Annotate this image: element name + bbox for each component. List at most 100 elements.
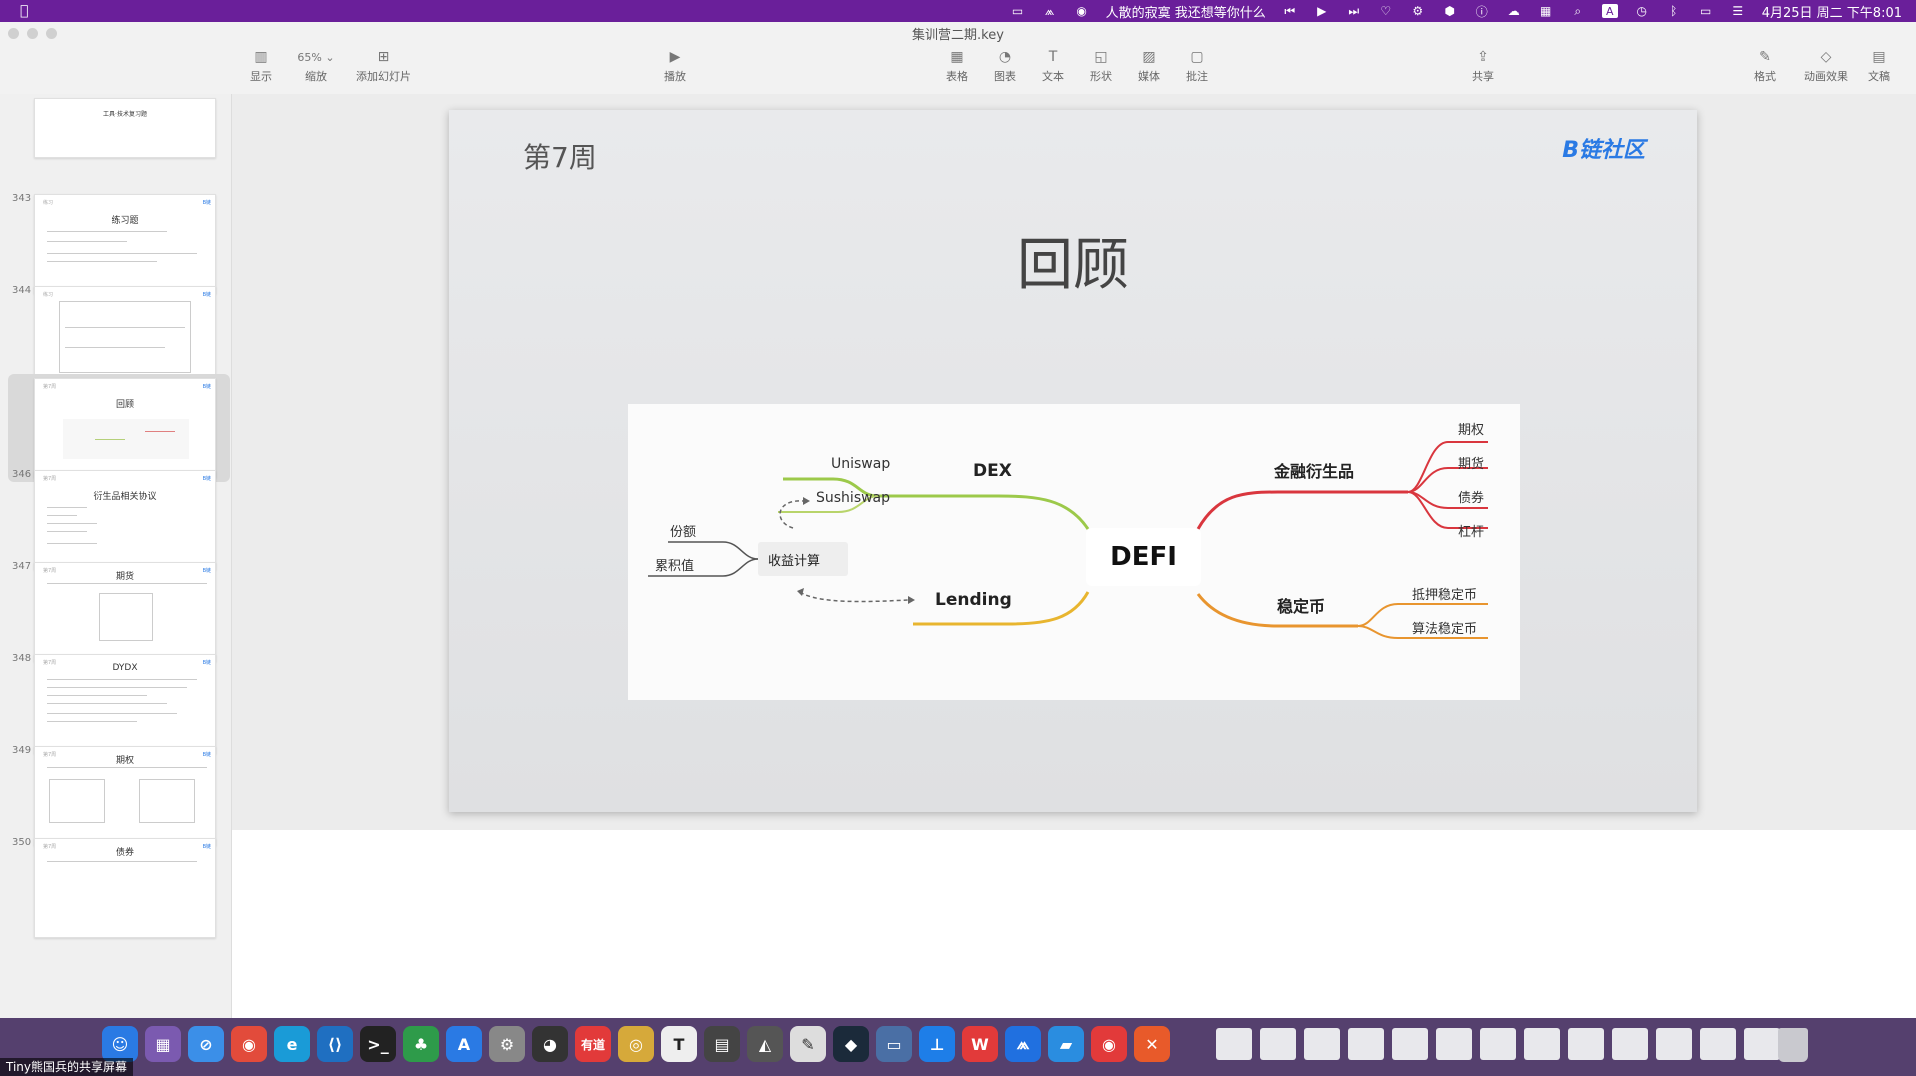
sidebar-icon: ▥ <box>254 49 268 65</box>
arrowhead <box>797 588 804 596</box>
media-button[interactable]: ▨ 媒体 <box>1138 48 1160 84</box>
close-button[interactable] <box>8 28 19 39</box>
animate-button[interactable]: ◇ 动画效果 <box>1804 48 1848 84</box>
control-center-icon[interactable]: ☰ <box>1730 4 1746 18</box>
evernote-icon[interactable]: ♣ <box>403 1026 439 1062</box>
chart-button[interactable]: ◔ 图表 <box>994 48 1016 84</box>
lark-icon[interactable]: ⩕ <box>1005 1026 1041 1062</box>
slide-thumbnail[interactable]: 第7周 B链 债券 <box>8 834 230 942</box>
search-icon[interactable]: ⌕ <box>1570 4 1586 18</box>
minimized-window[interactable] <box>1392 1028 1428 1060</box>
window-controls <box>8 28 57 39</box>
play-icon[interactable]: ▶ <box>1314 4 1330 18</box>
wps-icon[interactable]: W <box>962 1026 998 1062</box>
minimized-window[interactable] <box>1568 1028 1604 1060</box>
calculator-icon[interactable]: ▤ <box>704 1026 740 1062</box>
dock: ☺ ▦ ⊘ ◉ e ⟨⟩ >_ ♣ A ⚙ ◕ 有道 ◎ T ▤ ◭ ✎ ◆ ▭… <box>0 1018 1916 1076</box>
launchpad-icon[interactable]: ▦ <box>145 1026 181 1062</box>
music-app-icon[interactable]: ◉ <box>1074 4 1090 18</box>
minimized-window[interactable] <box>1436 1028 1472 1060</box>
info-icon[interactable]: ⓘ <box>1474 4 1490 19</box>
finder-icon[interactable]: ☺ <box>102 1026 138 1062</box>
minimized-window[interactable] <box>1304 1028 1340 1060</box>
time-machine-icon[interactable]: ◷ <box>1634 4 1650 18</box>
minimized-window[interactable] <box>1480 1028 1516 1060</box>
cube-icon[interactable]: ⬢ <box>1442 4 1458 18</box>
play-button[interactable]: ▶ 播放 <box>664 48 686 84</box>
clock-text[interactable]: 4月25日 周二 下午8:01 <box>1762 2 1902 21</box>
safari-icon[interactable]: ⊘ <box>188 1026 224 1062</box>
minimized-window[interactable] <box>1348 1028 1384 1060</box>
bluetooth-icon[interactable]: ᛒ <box>1666 4 1682 18</box>
battery-icon[interactable]: ▭ <box>1698 4 1714 18</box>
screen-share-label: Tiny熊国兵的共享屏幕 <box>0 1058 134 1076</box>
grid-icon[interactable]: ▦ <box>1538 4 1554 18</box>
app-store-icon[interactable]: A <box>446 1026 482 1062</box>
xmind-icon[interactable]: ✕ <box>1134 1026 1170 1062</box>
document-button[interactable]: ▤ 文稿 <box>1868 48 1890 84</box>
tableplus-icon[interactable]: ◭ <box>747 1026 783 1062</box>
settings-icon[interactable]: ⚙ <box>1410 4 1426 18</box>
weather-icon[interactable]: ☁ <box>1506 4 1522 18</box>
view-button[interactable]: ▥ 显示 <box>250 48 272 84</box>
preview-icon[interactable]: ▭ <box>876 1026 912 1062</box>
animate-icon: ◇ <box>1820 49 1832 65</box>
options-label: 期权 <box>1458 423 1485 438</box>
document-icon: ▤ <box>1872 49 1886 65</box>
textedit-icon[interactable]: ✎ <box>790 1026 826 1062</box>
system-preferences-icon[interactable]: ⚙ <box>489 1026 525 1062</box>
terminal-icon[interactable]: >_ <box>360 1026 396 1062</box>
remix-icon[interactable]: ◆ <box>833 1026 869 1062</box>
typora-icon[interactable]: T <box>661 1026 697 1062</box>
comment-icon: ▢ <box>1190 49 1204 65</box>
previous-track-icon[interactable]: ⏮ <box>1282 4 1298 18</box>
edge-icon[interactable]: e <box>274 1026 310 1062</box>
play-icon: ▶ <box>669 49 681 65</box>
netease-music-icon[interactable]: ◉ <box>1091 1026 1127 1062</box>
format-button[interactable]: ✎ 格式 <box>1754 48 1776 84</box>
table-button[interactable]: ▦ 表格 <box>946 48 968 84</box>
zoom-button[interactable]: 65% ⌄ 缩放 <box>294 48 338 84</box>
arrowhead <box>803 497 810 505</box>
apple-icon[interactable]:  <box>20 3 40 19</box>
fullscreen-button[interactable] <box>46 28 57 39</box>
slide-title: 回顾 <box>1017 233 1129 298</box>
minimized-window[interactable] <box>1656 1028 1692 1060</box>
chrome-icon[interactable]: ◉ <box>231 1026 267 1062</box>
presenter-notes-area[interactable] <box>232 830 1916 1040</box>
minimized-window[interactable] <box>1700 1028 1736 1060</box>
like-icon[interactable]: ♡ <box>1378 4 1394 18</box>
shape-button[interactable]: ◱ 形状 <box>1090 48 1112 84</box>
zoom-value: 65% ⌄ <box>297 50 335 64</box>
now-playing-text[interactable]: 人散的寂寞 我还想等你什么 <box>1106 2 1266 21</box>
vscode-icon[interactable]: ⟨⟩ <box>317 1026 353 1062</box>
minimized-window[interactable] <box>1524 1028 1560 1060</box>
comment-button[interactable]: ▢ 批注 <box>1186 48 1208 84</box>
shape-icon: ◱ <box>1094 49 1108 65</box>
trash-icon[interactable] <box>1778 1028 1808 1062</box>
derivatives-branch-line <box>1196 490 1408 530</box>
screen-mirroring-icon[interactable]: ▭ <box>1010 4 1026 18</box>
app-status-icon[interactable]: ⩕ <box>1042 4 1058 18</box>
dashed-arrow-sushiswap <box>779 500 804 529</box>
youdao-icon[interactable]: 有道 <box>575 1026 611 1062</box>
dashed-arrow-lending <box>799 591 909 603</box>
bonds-label: 债券 <box>1458 491 1485 506</box>
coins-app-icon[interactable]: ◎ <box>618 1026 654 1062</box>
current-slide[interactable]: 第7周 B链社区 回顾 DEFI DEX Uniswap Sushiswap L… <box>449 110 1697 812</box>
add-slide-button[interactable]: ⊞ 添加幻灯片 <box>356 48 411 84</box>
minimize-button[interactable] <box>27 28 38 39</box>
defi-center-label: DEFI <box>1110 542 1177 572</box>
share-button[interactable]: ⇪ 共享 <box>1472 48 1494 84</box>
keynote-icon[interactable]: ⊥ <box>919 1026 955 1062</box>
input-method-icon[interactable]: A <box>1601 4 1618 18</box>
qq-icon[interactable]: ◕ <box>532 1026 568 1062</box>
next-track-icon[interactable]: ⏭ <box>1346 4 1362 18</box>
minimized-window[interactable] <box>1216 1028 1252 1060</box>
minimized-window[interactable] <box>1260 1028 1296 1060</box>
text-button[interactable]: T 文本 <box>1042 48 1064 84</box>
docker-icon[interactable]: ▰ <box>1048 1026 1084 1062</box>
mindmap-diagram <box>648 441 1488 639</box>
minimized-window[interactable] <box>1744 1028 1780 1060</box>
minimized-window[interactable] <box>1612 1028 1648 1060</box>
